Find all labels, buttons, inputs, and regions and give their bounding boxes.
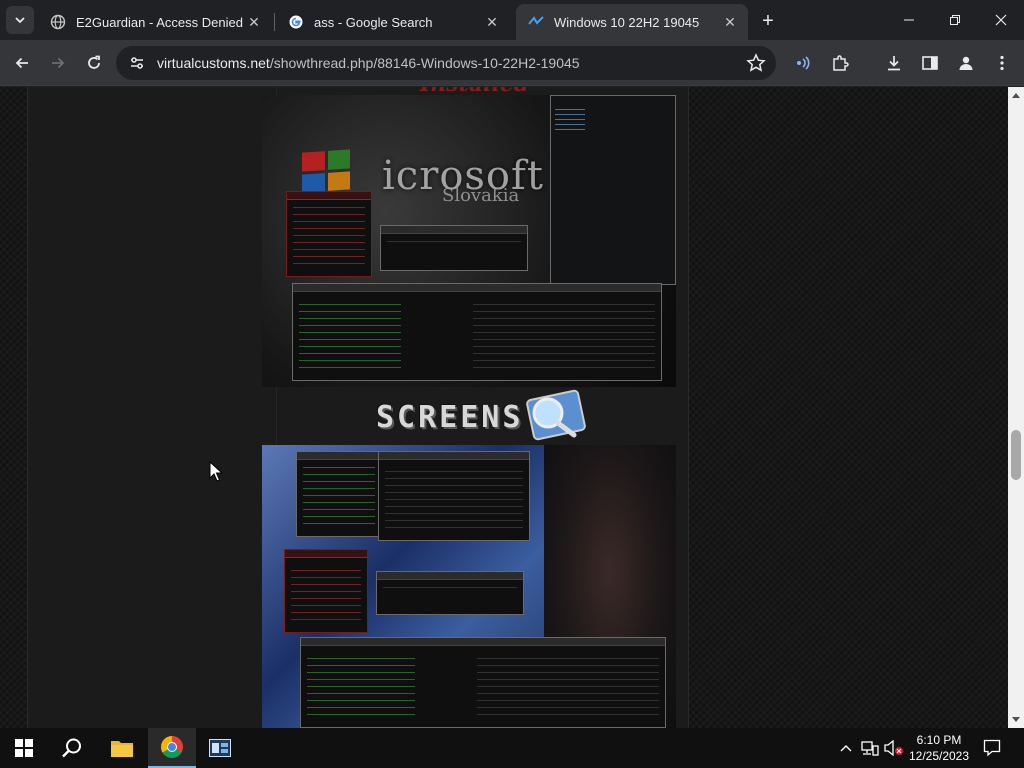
forward-button[interactable] xyxy=(44,49,72,77)
thumb-terminal-window xyxy=(380,225,528,271)
scroll-down-arrow-icon xyxy=(1012,717,1020,722)
clock-date: 12/25/2023 xyxy=(908,749,970,763)
search-button[interactable] xyxy=(48,728,96,768)
magnifier-icon xyxy=(526,389,586,441)
action-center-button[interactable] xyxy=(982,738,1002,758)
globe-icon xyxy=(50,14,66,30)
start-button[interactable] xyxy=(0,728,48,768)
url-host: virtualcustoms.net xyxy=(157,55,270,71)
thumb-cpuz-window xyxy=(296,451,382,537)
tab-close-button[interactable]: ✕ xyxy=(720,12,740,32)
side-panel-button[interactable] xyxy=(916,49,944,77)
minimize-button[interactable] xyxy=(886,0,932,40)
extensions-button[interactable] xyxy=(826,49,854,77)
download-icon xyxy=(888,56,900,71)
side-panel-icon xyxy=(922,56,938,70)
thumb-cpuz-red-window xyxy=(284,549,368,633)
thumb-computer-window xyxy=(300,637,666,728)
scroll-down-button[interactable] xyxy=(1008,712,1024,728)
tab-close-button[interactable]: ✕ xyxy=(482,12,502,32)
profile-button[interactable] xyxy=(952,49,980,77)
installed-screenshot[interactable]: icrosoft Slovakia xyxy=(262,95,676,387)
minimize-icon xyxy=(904,19,914,21)
broadcast-icon xyxy=(797,56,810,70)
scrollbar-thumb[interactable] xyxy=(1011,430,1021,480)
url-path: /showthread.php/88146-Windows-10-22H2-19… xyxy=(269,55,580,71)
clock-time: 6:10 PM xyxy=(916,733,962,747)
desktop-screenshot[interactable] xyxy=(262,445,676,728)
downloads-button[interactable] xyxy=(880,49,908,77)
thumb-explorer-pane xyxy=(550,95,676,285)
chrome-icon xyxy=(161,736,183,758)
volume-muted-icon xyxy=(884,740,903,756)
new-tab-button[interactable]: + xyxy=(756,9,780,33)
taskbar-clock[interactable]: 6:10 PM 12/25/2023 xyxy=(904,732,974,764)
windows-start-icon xyxy=(15,739,33,757)
back-arrow-icon xyxy=(15,57,28,69)
chevron-up-icon xyxy=(840,745,852,752)
tab-strip: E2Guardian - Access Denied ✕ ass - Googl… xyxy=(0,0,1024,40)
tab-google-search[interactable]: ass - Google Search ✕ xyxy=(276,4,510,40)
tab-e2guardian[interactable]: E2Guardian - Access Denied ✕ xyxy=(38,4,272,40)
profile-icon xyxy=(959,56,973,70)
puzzle-icon xyxy=(833,55,849,71)
browser-window: E2Guardian - Access Denied ✕ ass - Googl… xyxy=(0,0,1024,728)
tab-title: E2Guardian - Access Denied xyxy=(76,14,243,30)
scroll-up-button[interactable] xyxy=(1008,87,1024,103)
bookmark-star-icon[interactable] xyxy=(746,53,766,73)
tab-title: ass - Google Search xyxy=(314,14,433,30)
taskbar-app[interactable] xyxy=(196,728,244,768)
site-favicon-icon xyxy=(528,16,544,25)
menu-button[interactable] xyxy=(988,49,1016,77)
page-content: Installed icrosoft Slovakia xyxy=(0,87,1008,728)
url-text: virtualcustoms.net/showthread.php/88146-… xyxy=(157,55,580,71)
tab-close-button[interactable]: ✕ xyxy=(244,12,264,32)
google-icon xyxy=(289,15,303,29)
thumb-cpuz-window xyxy=(286,191,372,277)
browser-toolbar: virtualcustoms.net/showthread.php/88146-… xyxy=(0,40,1024,86)
tab-separator xyxy=(274,13,275,31)
kebab-menu-icon xyxy=(1000,55,1004,71)
restore-button[interactable] xyxy=(932,0,978,40)
page-scrollbar[interactable] xyxy=(1008,87,1024,728)
volume-button[interactable] xyxy=(884,738,904,758)
close-icon xyxy=(995,14,1007,26)
screens-heading: SCREENS xyxy=(376,400,524,435)
brand-subtext: Slovakia xyxy=(442,185,520,206)
windows-taskbar: 6:10 PM 12/25/2023 xyxy=(0,728,1024,768)
notification-icon xyxy=(983,739,1001,757)
folder-icon xyxy=(111,741,133,757)
tab-title: Windows 10 22H2 19045 xyxy=(554,14,700,30)
tab-windows-10[interactable]: Windows 10 22H2 19045 ✕ xyxy=(516,4,748,40)
network-icon xyxy=(861,741,879,756)
thumb-computer-window xyxy=(292,283,662,381)
search-icon xyxy=(62,738,81,758)
restore-icon xyxy=(950,15,960,25)
address-bar[interactable]: virtualcustoms.net/showthread.php/88146-… xyxy=(116,46,776,80)
app-window-icon xyxy=(209,739,231,757)
close-window-button[interactable] xyxy=(978,0,1024,40)
site-info-icon[interactable] xyxy=(128,54,146,72)
thumb-terminal-window xyxy=(376,571,524,615)
tab-search-button[interactable] xyxy=(6,6,34,34)
network-button[interactable] xyxy=(860,738,880,758)
taskbar-chrome[interactable] xyxy=(148,728,196,768)
chevron-down-icon xyxy=(15,17,25,24)
taskbar-file-explorer[interactable] xyxy=(98,728,146,768)
back-button[interactable] xyxy=(8,49,36,77)
show-hidden-icons-button[interactable] xyxy=(836,738,856,758)
windows-logo-icon xyxy=(302,149,350,193)
mouse-cursor-icon xyxy=(209,461,223,482)
thumb-gpu-window xyxy=(378,451,530,541)
forward-arrow-icon xyxy=(52,57,65,69)
reload-icon xyxy=(88,55,100,69)
scroll-up-arrow-icon xyxy=(1012,93,1020,98)
cast-extension-button[interactable] xyxy=(790,49,818,77)
reload-button[interactable] xyxy=(80,49,108,77)
